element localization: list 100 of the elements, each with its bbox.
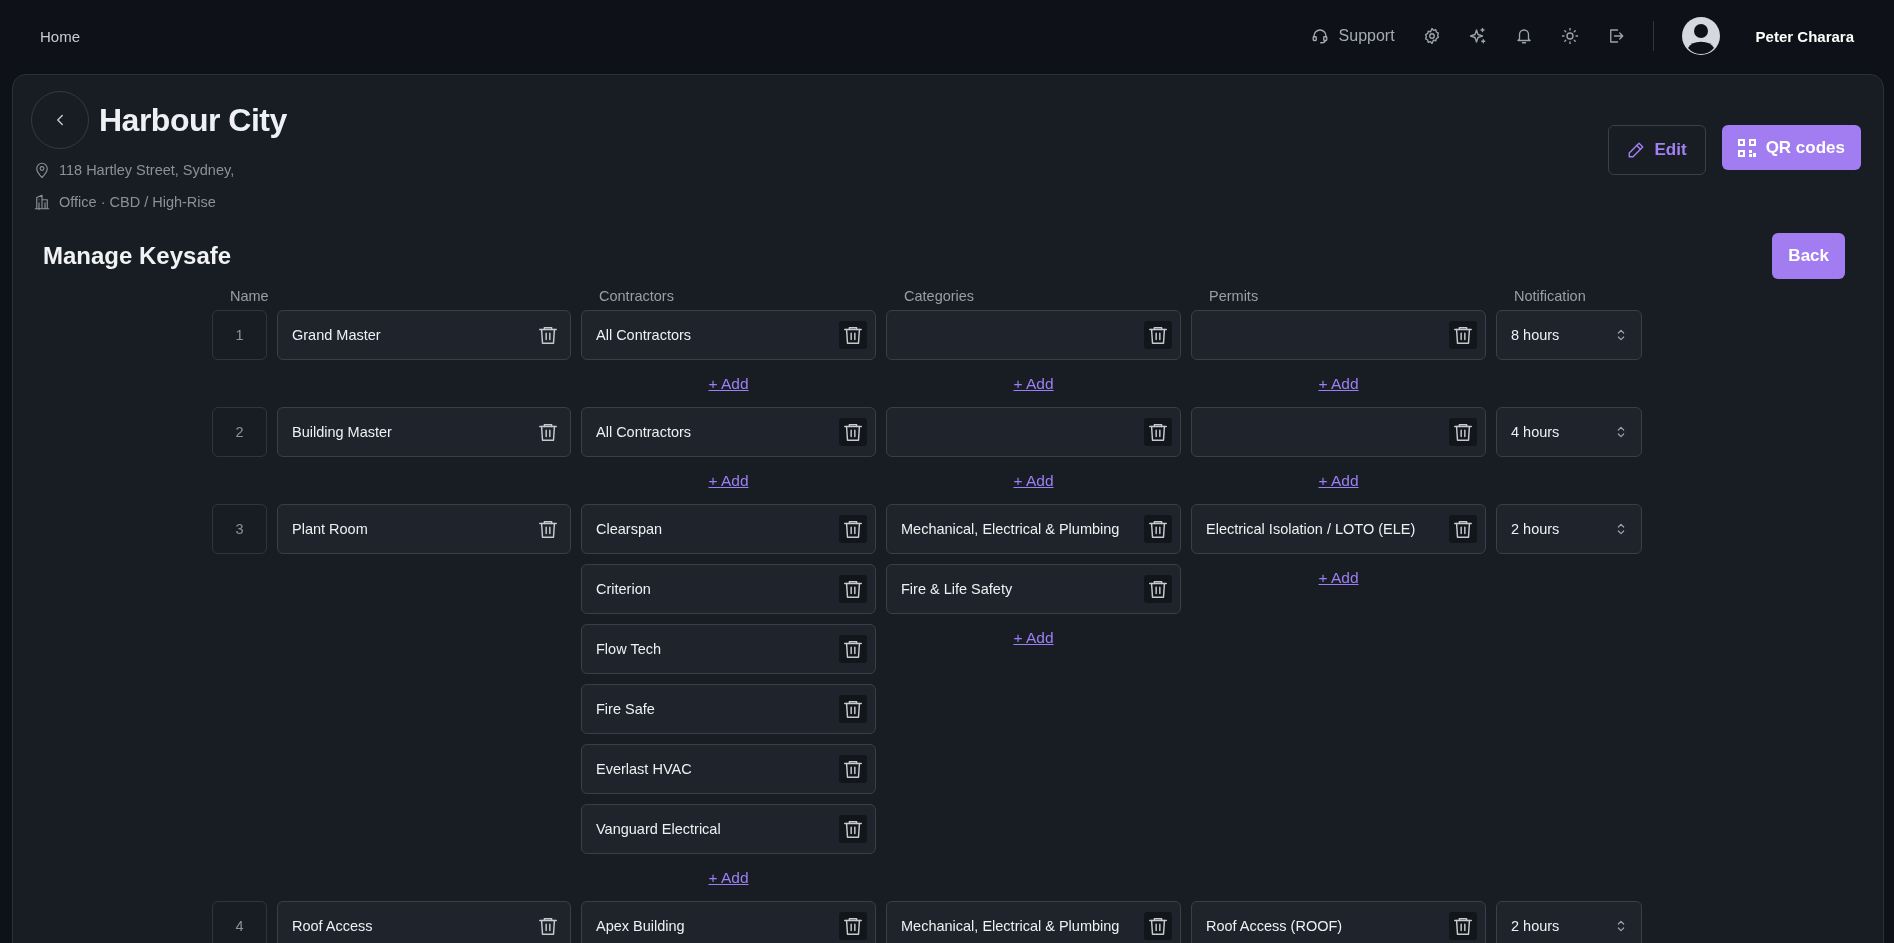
input-field[interactable]: Fire & Life Safety — [886, 564, 1181, 614]
row-number: 3 — [212, 504, 267, 554]
input-field[interactable]: Roof Access — [277, 901, 571, 943]
home-link[interactable]: Home — [40, 27, 80, 45]
delete-button[interactable] — [839, 815, 867, 843]
trash-icon — [537, 421, 559, 443]
input-field[interactable] — [886, 407, 1181, 457]
input-field[interactable]: Grand Master — [277, 310, 571, 360]
support-button[interactable]: Support — [1310, 27, 1395, 45]
add-link[interactable]: + Add — [1013, 372, 1054, 396]
add-link[interactable]: + Add — [1318, 566, 1359, 590]
column-header: Notification — [1513, 288, 1586, 304]
trash-icon — [842, 818, 864, 840]
section-title: Manage Keysafe — [43, 242, 233, 270]
delete-button[interactable] — [839, 912, 867, 940]
trash-icon — [1452, 421, 1474, 443]
add-link[interactable]: + Add — [708, 866, 749, 890]
edit-button[interactable]: Edit — [1607, 125, 1706, 175]
trash-icon — [842, 915, 864, 937]
trash-icon — [842, 698, 864, 720]
delete-button[interactable] — [839, 755, 867, 783]
pencil-icon — [1626, 141, 1645, 159]
trash-icon — [1147, 915, 1169, 937]
notification-select[interactable]: 4 hours — [1496, 407, 1642, 457]
headset-icon — [1310, 27, 1329, 45]
sparkles-icon — [1468, 27, 1487, 45]
trash-icon — [842, 578, 864, 600]
delete-button[interactable] — [839, 695, 867, 723]
input-field[interactable]: Apex Building — [581, 901, 876, 943]
input-field[interactable]: Everlast HVAC — [581, 744, 876, 794]
input-field[interactable]: Vanguard Electrical — [581, 804, 876, 854]
delete-button[interactable] — [1449, 418, 1477, 446]
add-link[interactable]: + Add — [1013, 626, 1054, 650]
trash-icon — [1452, 518, 1474, 540]
delete-button[interactable] — [1449, 321, 1477, 349]
add-link[interactable]: + Add — [708, 372, 749, 396]
input-field[interactable]: Mechanical, Electrical & Plumbing — [886, 504, 1181, 554]
trash-icon — [1452, 915, 1474, 937]
column-header: Contractors — [598, 288, 674, 304]
input-field[interactable]: All Contractors — [581, 310, 876, 360]
input-field[interactable]: Plant Room — [277, 504, 571, 554]
trash-icon — [842, 638, 864, 660]
trash-icon — [842, 518, 864, 540]
row-number: 1 — [212, 310, 267, 360]
notification-select[interactable]: 2 hours — [1496, 901, 1642, 943]
input-field[interactable]: Flow Tech — [581, 624, 876, 674]
delete-button[interactable] — [1144, 912, 1172, 940]
delete-button[interactable] — [839, 321, 867, 349]
add-link[interactable]: + Add — [1318, 469, 1359, 493]
input-field[interactable] — [886, 310, 1181, 360]
trash-icon — [1147, 578, 1169, 600]
delete-button[interactable] — [839, 635, 867, 663]
site-address: 118 Hartley Street, Sydney, — [59, 162, 235, 178]
bell-icon — [1514, 27, 1533, 45]
input-field[interactable]: Mechanical, Electrical & Plumbing — [886, 901, 1181, 943]
trash-icon — [1452, 324, 1474, 346]
input-field[interactable]: Criterion — [581, 564, 876, 614]
input-field[interactable]: All Contractors — [581, 407, 876, 457]
trash-icon — [842, 421, 864, 443]
delete-button[interactable] — [1144, 575, 1172, 603]
map-pin-icon — [33, 161, 51, 179]
qr-code-icon — [1737, 138, 1756, 157]
site-type: Office · CBD / High-Rise — [59, 194, 216, 210]
column-header: Permits — [1208, 288, 1259, 304]
input-field[interactable]: Electrical Isolation / LOTO (ELE) — [1191, 504, 1486, 554]
avatar-icon[interactable] — [1681, 17, 1720, 55]
trash-icon — [537, 518, 559, 540]
trash-icon — [1147, 421, 1169, 443]
input-field[interactable]: Roof Access (ROOF) — [1191, 901, 1486, 943]
delete-button[interactable] — [1144, 515, 1172, 543]
add-link[interactable]: + Add — [1013, 469, 1054, 493]
delete-button[interactable] — [1144, 321, 1172, 349]
user-name: Peter Charara — [1755, 27, 1854, 45]
input-field[interactable] — [1191, 310, 1486, 360]
notification-select[interactable]: 2 hours — [1496, 504, 1642, 554]
input-field[interactable]: Clearspan — [581, 504, 876, 554]
input-field[interactable]: Building Master — [277, 407, 571, 457]
add-link[interactable]: + Add — [708, 469, 749, 493]
delete-button[interactable] — [1449, 515, 1477, 543]
notification-select[interactable]: 8 hours — [1496, 310, 1642, 360]
settings-icon — [1422, 27, 1441, 45]
input-field[interactable]: Fire Safe — [581, 684, 876, 734]
delete-button[interactable] — [839, 418, 867, 446]
trash-icon — [537, 915, 559, 937]
row-number: 4 — [212, 901, 267, 943]
row-number: 2 — [212, 407, 267, 457]
trash-icon — [537, 324, 559, 346]
input-field[interactable] — [1191, 407, 1486, 457]
delete-button[interactable] — [1449, 912, 1477, 940]
trash-icon — [1147, 518, 1169, 540]
trash-icon — [842, 324, 864, 346]
add-link[interactable]: + Add — [1318, 372, 1359, 396]
delete-button[interactable] — [1144, 418, 1172, 446]
delete-button[interactable] — [839, 575, 867, 603]
sun-icon — [1560, 27, 1579, 45]
column-header: Name — [229, 288, 269, 304]
trash-icon — [842, 758, 864, 780]
site-title: Harbour City — [99, 101, 287, 139]
delete-button[interactable] — [839, 515, 867, 543]
column-header: Categories — [903, 288, 975, 304]
